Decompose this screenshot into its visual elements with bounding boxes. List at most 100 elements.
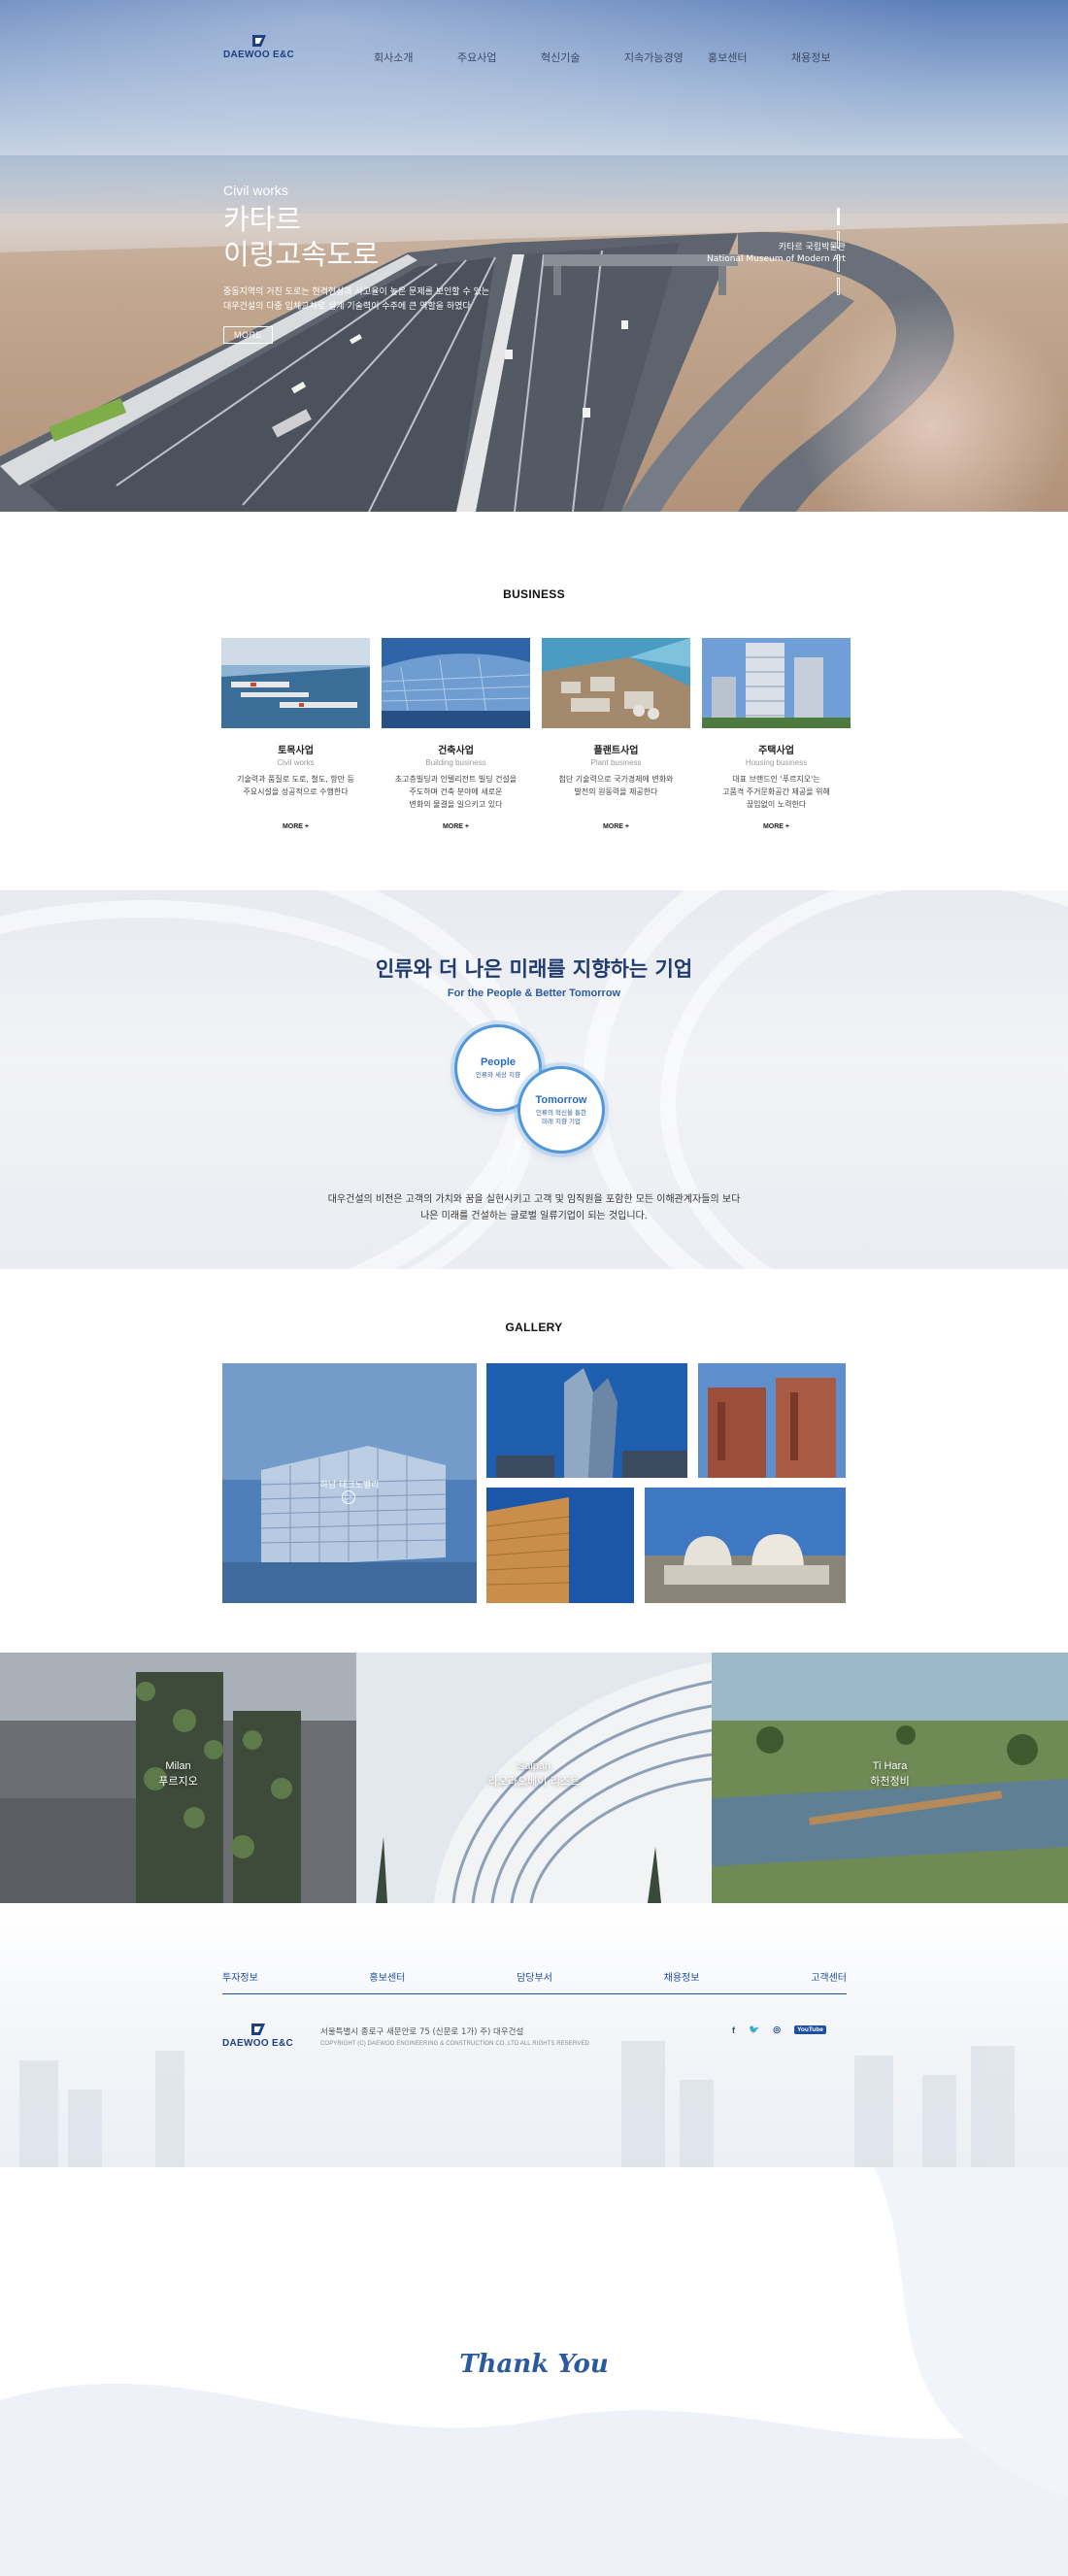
circle-text: 인류의 혁신을 통한 미래 지향 기업 [536,1109,586,1126]
slide-dot-3[interactable] [837,254,840,272]
hero-title: 카타르 이링고속도로 [223,202,553,272]
tomorrow-circle: Tomorrow 인류의 혁신을 통한 미래 지향 기업 [517,1066,605,1154]
business-card-civil[interactable]: 토목사업 Civil works 기술력과 품질로 도로, 철도, 항만 등 주… [221,638,370,830]
vision-subtitle: For the People & Better Tomorrow [447,987,621,999]
project-caption: Ti Hara 하천정비 [712,1759,1068,1789]
business-card-title: 플랜트사업 [593,746,639,756]
footer-link-careers[interactable]: 채용정보 [664,1969,700,1984]
business-card-en: Housing business [745,758,808,767]
gallery-item-main[interactable]: 하남 테크노밸리 ▷ [222,1363,477,1603]
business-card-desc: 기술력과 품질로 도로, 철도, 항만 등 주요시설을 성공적으로 수행한다 [221,773,370,812]
logo-text: DAEWOO E&C [223,50,294,60]
site-footer: 투자정보 홍보센터 담당부서 채용정보 고객센터 DAEWOO E&C 서울특별… [0,1903,1068,2167]
vision-text-line1: 대우건설의 비전은 고객의 가치와 꿈을 실현시키고 고객 및 임직원을 포함한… [327,1194,741,1205]
hero-caption-line1: 카타르 국립박물관 [778,243,846,252]
hero-caption: 카타르 국립박물관 National Museum of Modern Art [707,242,846,265]
youtube-icon[interactable]: YouTube [794,2025,826,2034]
thank-you-text: Thank You [459,2350,609,2379]
hero-subtitle: Civil works [223,183,288,198]
project-caption: Saipan 라오라오베이 리조트 [356,1759,712,1789]
footer-copyright: COPYRIGHT (C) DAEWOO ENGINEERING & CONST… [320,2041,589,2047]
top-nav: DAEWOO E&C 회사소개 주요사업 혁신기술 지속가능경영 홍보센터 채용… [0,0,1068,107]
social-links: f 🐦 ◎ YouTube [732,2024,826,2035]
menu-item-technology[interactable]: 혁신기술 [541,50,624,65]
daewoo-logo-icon [250,2024,265,2035]
hero-slide-indicator [837,208,841,295]
menu-item-sustainability[interactable]: 지속가능경영 [624,50,708,65]
circle-text-line: 인류의 혁신을 통한 [536,1108,586,1117]
business-card-housing[interactable]: 주택사업 Housing business 대표 브랜드인 '푸르지오'는 고품… [702,638,851,830]
desc-line: 발전의 원동력을 제공한다 [574,787,658,796]
desc-line: 초고층빌딩과 인텔리전트 빌딩 건설을 [394,775,517,784]
business-grid: 토목사업 Civil works 기술력과 품질로 도로, 철도, 항만 등 주… [221,638,851,830]
project-name: 라오라오베이 리조트 [487,1775,581,1788]
project-name: 하천정비 [870,1775,910,1788]
instagram-icon[interactable]: ◎ [773,2024,781,2035]
business-card-more-link[interactable]: MORE + [702,823,851,830]
vision-text-line2: 나은 미래를 건설하는 글로벌 일류기업이 되는 것입니다. [420,1211,648,1221]
vision-description: 대우건설의 비전은 고객의 가치와 꿈을 실현시키고 고객 및 임직원을 포함한… [0,1191,1068,1224]
slide-dot-2[interactable] [837,231,840,249]
business-title: BUSINESS [503,587,565,601]
business-card-building[interactable]: 건축사업 Building business 초고층빌딩과 인텔리전트 빌딩 건… [381,638,531,830]
footer-link-pr[interactable]: 홍보센터 [370,1969,406,1984]
main-menu: 회사소개 주요사업 혁신기술 지속가능경영 홍보센터 채용정보 [374,50,875,65]
play-icon[interactable]: ▷ [342,1490,355,1504]
gold-facade-image [486,1488,634,1603]
desc-line: 고품격 주거문화공간 제공을 위해 [722,787,830,796]
desc-line: 변화의 물결을 일으키고 있다 [409,800,503,809]
housing-business-image [702,638,851,728]
desc-line: 대표 브랜드인 '푸르지오'는 [732,775,820,784]
business-card-plant[interactable]: 플랜트사업 Plant business 첨단 기술력으로 국가경제에 변화와 … [542,638,690,830]
nuclear-plant-image [645,1488,846,1603]
desc-line: 첨단 기술력으로 국가경제에 변화와 [558,775,674,784]
vision-title: 인류와 더 나은 미래를 지향하는 기업 [375,957,693,981]
hero-desc-line2: 대우건설의 다중 입체교차로 설계 기술력이 수주에 큰 역할을 하였다 [223,302,471,312]
facebook-icon[interactable]: f [732,2025,735,2035]
menu-item-business[interactable]: 주요사업 [457,50,541,65]
menu-item-pr[interactable]: 홍보센터 [708,50,791,65]
gallery-item-tower[interactable] [486,1363,687,1478]
business-card-more-link[interactable]: MORE + [542,823,690,830]
business-card-more-link[interactable]: MORE + [221,823,370,830]
project-name: 푸르지오 [158,1775,198,1788]
business-card-more-link[interactable]: MORE + [382,823,530,830]
menu-item-careers[interactable]: 채용정보 [791,50,875,65]
business-section: BUSINESS 토목사업 Civil works 기술력과 품질로 도로, 철… [0,512,1068,890]
gallery-item-brick[interactable] [698,1363,846,1478]
footer-link-investor[interactable]: 투자정보 [222,1969,258,1984]
plant-business-image [542,638,690,728]
hero-section: DAEWOO E&C 회사소개 주요사업 혁신기술 지속가능경영 홍보센터 채용… [0,0,1068,512]
project-city: Ti Hara [872,1760,908,1772]
menu-item-about[interactable]: 회사소개 [374,50,457,65]
footer-link-customer[interactable]: 고객센터 [811,1969,847,1984]
slide-dot-1[interactable] [837,208,840,225]
logo-text: DAEWOO E&C [222,2038,293,2049]
daewoo-logo-icon [251,35,266,47]
business-card-desc: 대표 브랜드인 '푸르지오'는 고품격 주거문화공간 제공을 위해 끊임없이 노… [702,773,851,812]
hero-desc-line1: 중동지역의 거친 도로는 현격현상과 사고율이 높은 문제를 보인할 수 있는 [223,287,490,297]
gallery-section: GALLERY 하남 테크노밸리 ▷ [0,1269,1068,1653]
hero-more-button[interactable]: MORE [223,326,273,344]
logo[interactable]: DAEWOO E&C [223,33,294,60]
business-card-desc: 초고층빌딩과 인텔리전트 빌딩 건설을 주도하며 건축 분야에 새로운 변화의 … [382,773,530,812]
circle-title: Tomorrow [535,1093,587,1106]
project-panel-milan[interactable]: Milan 푸르지오 [0,1653,356,1903]
business-card-en: Building business [425,758,486,767]
civil-works-image [221,638,370,728]
gallery-item-plant[interactable] [645,1488,846,1603]
hero-title-line2: 이링고속도로 [223,238,380,271]
hero-copy: Civil works 카타르 이링고속도로 중동지역의 거친 도로는 현격현상… [223,183,553,344]
gallery-item-gold[interactable] [486,1488,634,1603]
project-panel-tihara[interactable]: Ti Hara 하천정비 [712,1653,1068,1903]
desc-line: 끊임없이 노력한다 [746,800,807,809]
business-card-title: 주택사업 [758,746,794,756]
project-panel-saipan[interactable]: Saipan 라오라오베이 리조트 [356,1653,712,1903]
business-card-en: Plant business [590,758,642,767]
twitter-icon[interactable]: 🐦 [749,2024,759,2035]
project-city: Milan [165,1760,191,1772]
footer-link-department[interactable]: 담당부서 [517,1969,552,1984]
brick-building-image [698,1363,846,1478]
footer-logo[interactable]: DAEWOO E&C [222,2022,293,2049]
slide-dot-4[interactable] [837,278,840,295]
